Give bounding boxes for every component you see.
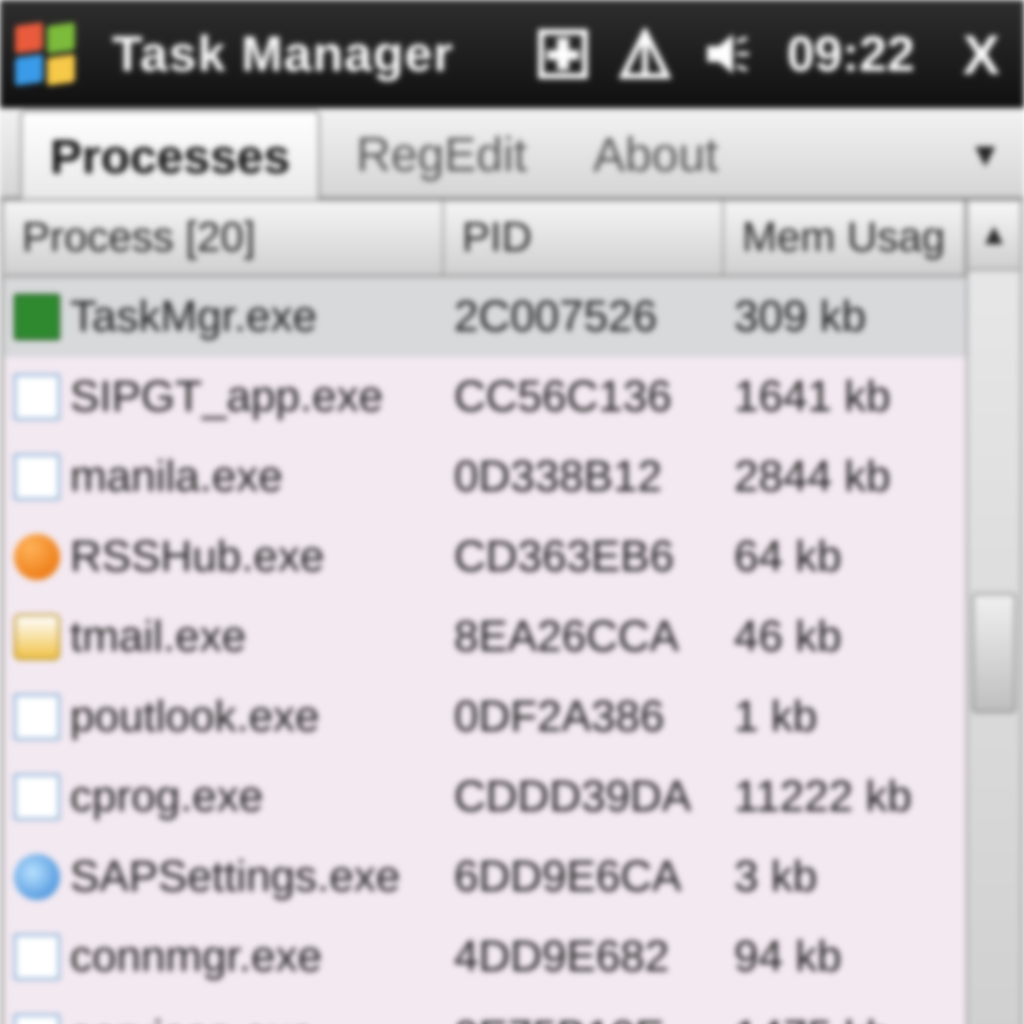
col-process[interactable]: Process [20] — [4, 201, 444, 275]
process-mem: 1475 kb — [724, 1012, 966, 1024]
process-name: SAPSettings.exe — [70, 852, 400, 902]
process-pid: 6DD9E6CA — [444, 852, 724, 902]
process-pid: 0D338B12 — [444, 452, 724, 502]
process-mem: 1 kb — [724, 692, 966, 742]
process-mem: 2844 kb — [724, 452, 966, 502]
vertical-scrollbar[interactable]: ▲ — [966, 201, 1020, 1024]
process-pid: CC56C136 — [444, 372, 724, 422]
process-pid: CDDD39DA — [444, 772, 724, 822]
process-pid: 8EA26CCA — [444, 612, 724, 662]
tab-processes[interactable]: Processes — [20, 110, 320, 199]
process-mem: 46 kb — [724, 612, 966, 662]
process-name: connmgr.exe — [70, 932, 322, 982]
tab-about[interactable]: About — [563, 108, 748, 197]
process-list-area: Process [20] PID Mem Usag TaskMgr.exe 2C0… — [0, 199, 1024, 1024]
process-icon — [14, 694, 60, 740]
table-row[interactable]: services.exe 0E75B10E1475 kb — [4, 997, 966, 1024]
process-name: RSSHub.exe — [70, 532, 324, 582]
process-name: tmail.exe — [70, 612, 246, 662]
process-name: SIPGT_app.exe — [70, 372, 383, 422]
table-row[interactable]: cprog.exe CDDD39DA11222 kb — [4, 757, 966, 837]
start-button[interactable] — [0, 0, 90, 108]
scroll-track[interactable] — [968, 271, 1020, 1024]
close-button[interactable]: X — [945, 22, 1014, 87]
tab-regedit[interactable]: RegEdit — [326, 108, 557, 197]
process-icon — [14, 614, 60, 660]
process-icon — [14, 774, 60, 820]
process-mem: 94 kb — [724, 932, 966, 982]
process-mem: 3 kb — [724, 852, 966, 902]
process-name: cprog.exe — [70, 772, 263, 822]
process-pid: 4DD9E682 — [444, 932, 724, 982]
tab-strip: Processes RegEdit About ▼ — [0, 108, 1024, 199]
signal-icon[interactable] — [615, 24, 675, 84]
table-row[interactable]: RSSHub.exe CD363EB664 kb — [4, 517, 966, 597]
process-pid: 0E75B10E — [444, 1012, 724, 1024]
table-row[interactable]: tmail.exe 8EA26CCA46 kb — [4, 597, 966, 677]
process-icon — [14, 374, 60, 420]
app-title: Task Manager — [112, 25, 454, 83]
speaker-icon[interactable] — [697, 24, 757, 84]
process-icon — [14, 1014, 60, 1024]
table-row[interactable]: connmgr.exe 4DD9E68294 kb — [4, 917, 966, 997]
col-mem[interactable]: Mem Usag — [724, 201, 966, 275]
network-h-icon[interactable] — [533, 24, 593, 84]
col-pid[interactable]: PID — [444, 201, 724, 275]
table-row[interactable]: poutlook.exe 0DF2A3861 kb — [4, 677, 966, 757]
process-icon — [14, 294, 60, 340]
table-row[interactable]: manila.exe 0D338B122844 kb — [4, 437, 966, 517]
process-name: services.exe — [70, 1012, 315, 1024]
system-titlebar: Task Manager 09:22 X — [0, 0, 1024, 108]
process-name: poutlook.exe — [70, 692, 320, 742]
process-mem: 64 kb — [724, 532, 966, 582]
process-name: manila.exe — [70, 452, 283, 502]
process-pid: 0DF2A386 — [444, 692, 724, 742]
table-row[interactable]: TaskMgr.exe 2C007526309 kb — [4, 277, 966, 357]
clock[interactable]: 09:22 — [779, 25, 923, 83]
scroll-up-button[interactable]: ▲ — [968, 201, 1020, 271]
process-mem: 1641 kb — [724, 372, 966, 422]
process-mem: 309 kb — [724, 292, 966, 342]
process-icon — [14, 934, 60, 980]
process-pid: CD363EB6 — [444, 532, 724, 582]
tab-overflow-menu[interactable]: ▼ — [956, 136, 1014, 197]
process-icon — [14, 454, 60, 500]
table-row[interactable]: SIPGT_app.exe CC56C1361641 kb — [4, 357, 966, 437]
process-pid: 2C007526 — [444, 292, 724, 342]
process-icon — [14, 534, 60, 580]
scroll-thumb[interactable] — [972, 593, 1016, 713]
windows-logo-icon — [15, 24, 75, 84]
process-icon — [14, 854, 60, 900]
process-mem: 11222 kb — [724, 772, 966, 822]
column-headers: Process [20] PID Mem Usag — [4, 201, 966, 277]
table-row[interactable]: SAPSettings.exe 6DD9E6CA3 kb — [4, 837, 966, 917]
process-rows: TaskMgr.exe 2C007526309 kb SIPGT_app.exe CC… — [4, 277, 966, 1024]
process-name: TaskMgr.exe — [70, 292, 317, 342]
